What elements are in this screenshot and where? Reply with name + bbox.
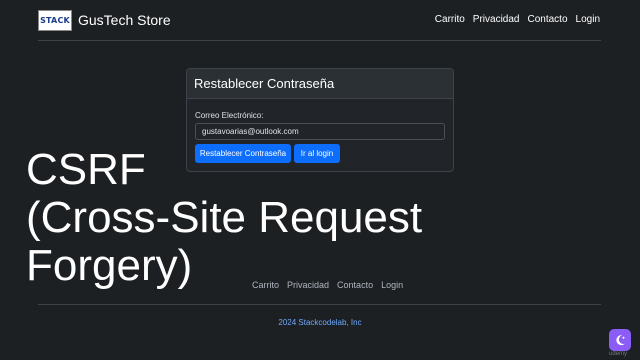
footer-link-login[interactable]: Login bbox=[381, 280, 403, 290]
overlay-title-line-3: Forgery) bbox=[26, 241, 193, 290]
nav-link-login[interactable]: Login bbox=[576, 14, 600, 25]
stack-logo[interactable]: STACK bbox=[38, 10, 72, 31]
footer-divider bbox=[38, 304, 601, 305]
header-divider bbox=[38, 40, 601, 41]
moon-sparkle-icon bbox=[616, 335, 626, 346]
navbar: STACK GusTech Store Carrito Privacidad C… bbox=[0, 0, 640, 40]
udemy-label: udemy bbox=[609, 351, 628, 357]
overlay-title: CSRF (Cross-Site Request Forgery) bbox=[26, 146, 476, 290]
copyright-text: 2024 Stackcodelab, Inc bbox=[278, 318, 362, 327]
email-label: Correo Electrónico: bbox=[195, 111, 264, 120]
card-title: Restablecer Contraseña bbox=[187, 69, 453, 99]
footer-link-contacto[interactable]: Contacto bbox=[337, 280, 373, 290]
nav-link-privacidad[interactable]: Privacidad bbox=[473, 14, 520, 25]
header-nav: Carrito Privacidad Contacto Login bbox=[435, 14, 600, 25]
footer-nav: Carrito Privacidad Contacto Login bbox=[252, 280, 403, 290]
email-field[interactable] bbox=[195, 123, 445, 140]
brand-name[interactable]: GusTech Store bbox=[78, 12, 171, 28]
logo-text: STACK bbox=[40, 16, 70, 25]
footer-link-privacidad[interactable]: Privacidad bbox=[287, 280, 329, 290]
footer-link-carrito[interactable]: Carrito bbox=[252, 280, 279, 290]
overlay-title-line-1: CSRF bbox=[26, 145, 146, 194]
udemy-badge[interactable] bbox=[609, 329, 631, 351]
nav-link-carrito[interactable]: Carrito bbox=[435, 14, 465, 25]
overlay-title-line-2: (Cross-Site Request bbox=[26, 193, 423, 242]
nav-link-contacto[interactable]: Contacto bbox=[528, 14, 568, 25]
